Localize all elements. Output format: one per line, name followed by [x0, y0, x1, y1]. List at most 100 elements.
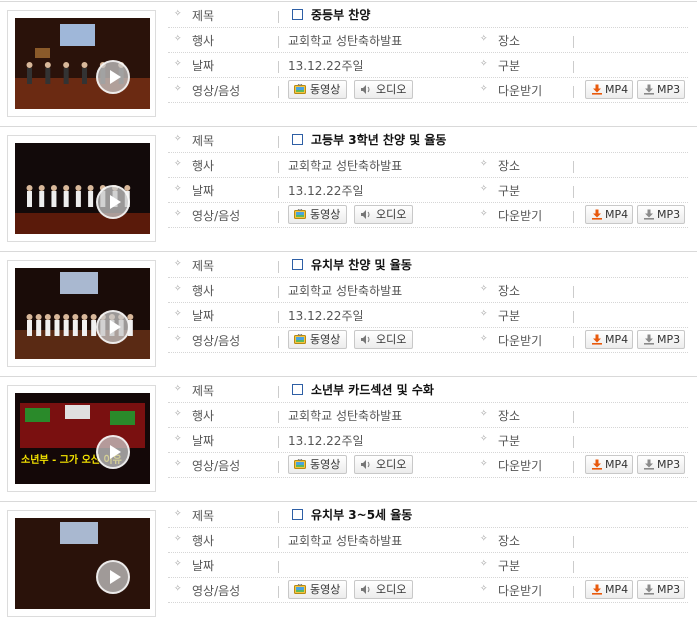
title-label: 제목 — [192, 9, 215, 23]
video-thumbnail[interactable]: 소년부 - 그가 오신 이유 — [7, 385, 156, 492]
play-icon[interactable] — [96, 435, 130, 469]
date-label: 날짜 — [192, 309, 215, 323]
crosshair-bullet-icon: ✧ — [480, 434, 488, 444]
video-button-label: 동영상 — [310, 208, 341, 221]
list-item: 소년부 - 그가 오신 이유 ✧ 제목 소년부 카드섹션 및 수화 ✧ 행사 교회학교 성탄… — [0, 375, 697, 500]
crosshair-bullet-icon: ✧ — [480, 584, 488, 594]
column-divider — [573, 211, 574, 223]
download-mp4-button[interactable]: MP4 — [585, 330, 633, 349]
download-mp3-button[interactable]: MP3 — [637, 330, 685, 349]
crosshair-bullet-icon: ✧ — [480, 34, 488, 44]
column-divider — [573, 586, 574, 598]
mp3-label: MP3 — [657, 208, 681, 221]
download-mp3-button[interactable]: MP3 — [637, 205, 685, 224]
item-divider — [0, 126, 697, 127]
column-divider — [278, 536, 279, 548]
column-divider — [278, 411, 279, 423]
audio-button[interactable]: 오디오 — [354, 455, 413, 474]
download-mp3-button[interactable]: MP3 — [637, 580, 685, 599]
column-divider — [573, 311, 574, 323]
play-icon[interactable] — [96, 185, 130, 219]
audio-button[interactable]: 오디오 — [354, 330, 413, 349]
column-divider — [278, 336, 279, 348]
item-title[interactable]: 중등부 찬양 — [311, 8, 370, 22]
event-row: ✧ 행사 교회학교 성탄축하발표 ✧ 장소 — [168, 28, 688, 53]
event-value: 교회학교 성탄축하발표 — [288, 284, 403, 298]
video-button[interactable]: 동영상 — [288, 330, 347, 349]
row-divider — [168, 352, 688, 353]
column-divider — [573, 186, 574, 198]
download-mp4-button[interactable]: MP4 — [585, 455, 633, 474]
crosshair-bullet-icon: ✧ — [174, 209, 182, 219]
crosshair-bullet-icon: ✧ — [174, 259, 182, 269]
video-button[interactable]: 동영상 — [288, 80, 347, 99]
date-label: 날짜 — [192, 434, 215, 448]
select-checkbox[interactable] — [292, 259, 303, 270]
crosshair-bullet-icon: ✧ — [480, 559, 488, 569]
video-button-label: 동영상 — [310, 333, 341, 346]
download-mp3-button[interactable]: MP3 — [637, 455, 685, 474]
item-title[interactable]: 고등부 3학년 찬양 및 율동 — [311, 133, 446, 147]
event-value: 교회학교 성탄축하발표 — [288, 534, 403, 548]
mp4-label: MP4 — [605, 583, 629, 596]
date-row: ✧ 날짜 13.12.22주일 ✧ 구분 — [168, 53, 688, 78]
download-mp4-button[interactable]: MP4 — [585, 580, 633, 599]
video-thumbnail[interactable] — [7, 260, 156, 367]
download-mp3-button[interactable]: MP3 — [637, 80, 685, 99]
play-icon[interactable] — [96, 560, 130, 594]
play-icon[interactable] — [96, 60, 130, 94]
thumbnail-picture — [15, 143, 150, 234]
event-label: 행사 — [192, 34, 215, 48]
item-title[interactable]: 유치부 찬양 및 율동 — [311, 258, 412, 272]
speaker-icon — [361, 585, 370, 594]
column-divider — [278, 436, 279, 448]
video-thumbnail[interactable] — [7, 135, 156, 242]
crosshair-bullet-icon: ✧ — [174, 9, 182, 19]
date-label: 날짜 — [192, 184, 215, 198]
column-divider — [573, 436, 574, 448]
crosshair-bullet-icon: ✧ — [174, 559, 182, 569]
thumbnail-picture — [15, 518, 150, 609]
download-arrow-icon — [644, 209, 654, 220]
select-checkbox[interactable] — [292, 509, 303, 520]
row-divider — [168, 227, 688, 228]
list-item: ✧ 제목 고등부 3학년 찬양 및 율동 ✧ 행사 교회학교 성탄축하발표 ✧ 장소 ✧ 날짜 13… — [0, 125, 697, 250]
item-divider — [0, 376, 697, 377]
media-row: ✧ 영상/음성 동영상 오디오 ✧ 다운받기 MP4 MP3 — [168, 328, 688, 353]
crosshair-bullet-icon: ✧ — [174, 159, 182, 169]
audio-button[interactable]: 오디오 — [354, 205, 413, 224]
download-arrow-icon — [644, 84, 654, 95]
crosshair-bullet-icon: ✧ — [480, 334, 488, 344]
download-arrow-icon — [644, 334, 654, 345]
audio-button[interactable]: 오디오 — [354, 80, 413, 99]
mp3-label: MP3 — [657, 458, 681, 471]
item-title[interactable]: 소년부 카드섹션 및 수화 — [311, 383, 434, 397]
download-arrow-icon — [592, 459, 602, 470]
crosshair-bullet-icon: ✧ — [480, 184, 488, 194]
audio-button[interactable]: 오디오 — [354, 580, 413, 599]
video-button[interactable]: 동영상 — [288, 455, 347, 474]
download-arrow-icon — [644, 459, 654, 470]
video-thumbnail[interactable] — [7, 10, 156, 117]
download-label: 다운받기 — [498, 334, 543, 348]
column-divider — [278, 86, 279, 98]
item-divider — [0, 251, 697, 252]
crosshair-bullet-icon: ✧ — [174, 59, 182, 69]
column-divider — [573, 336, 574, 348]
select-checkbox[interactable] — [292, 9, 303, 20]
download-mp4-button[interactable]: MP4 — [585, 80, 633, 99]
column-divider — [573, 286, 574, 298]
video-button[interactable]: 동영상 — [288, 580, 347, 599]
video-thumbnail[interactable] — [7, 510, 156, 617]
video-button[interactable]: 동영상 — [288, 205, 347, 224]
select-checkbox[interactable] — [292, 384, 303, 395]
column-divider — [573, 61, 574, 73]
play-icon[interactable] — [96, 310, 130, 344]
download-mp4-button[interactable]: MP4 — [585, 205, 633, 224]
mp4-label: MP4 — [605, 208, 629, 221]
item-title[interactable]: 유치부 3~5세 율동 — [311, 508, 412, 522]
video-button-label: 동영상 — [310, 583, 341, 596]
title-wrap: 유치부 찬양 및 율동 — [292, 256, 412, 273]
crosshair-bullet-icon: ✧ — [480, 534, 488, 544]
select-checkbox[interactable] — [292, 134, 303, 145]
